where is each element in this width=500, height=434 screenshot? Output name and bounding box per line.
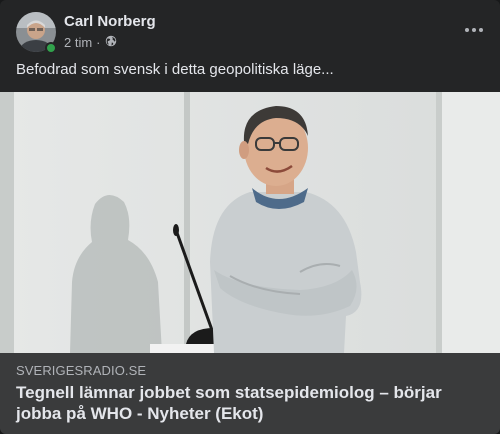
post-meta: Carl Norberg 2 tim · — [64, 13, 156, 51]
link-preview[interactable]: SVERIGESRADIO.SE Tegnell lämnar jobbet s… — [0, 353, 500, 434]
post-card: Carl Norberg 2 tim · Befodrad som svensk… — [0, 0, 500, 434]
more-horizontal-icon — [465, 28, 469, 32]
more-options-button[interactable] — [462, 18, 486, 42]
post-header: Carl Norberg 2 tim · — [16, 12, 488, 54]
online-status-indicator — [45, 42, 57, 54]
link-domain: SVERIGESRADIO.SE — [16, 363, 147, 378]
separator: · — [96, 35, 101, 50]
author-name[interactable]: Carl Norberg — [64, 13, 156, 31]
link-headline[interactable]: Tegnell lämnar jobbet som statsepidemiol… — [16, 382, 484, 424]
post-text: Befodrad som svensk i detta geopolitiska… — [16, 61, 334, 78]
globe-icon[interactable] — [105, 35, 117, 51]
post-subline: 2 tim · — [64, 35, 156, 51]
post-time[interactable]: 2 tim — [64, 35, 92, 51]
link-preview-image[interactable] — [0, 92, 500, 353]
